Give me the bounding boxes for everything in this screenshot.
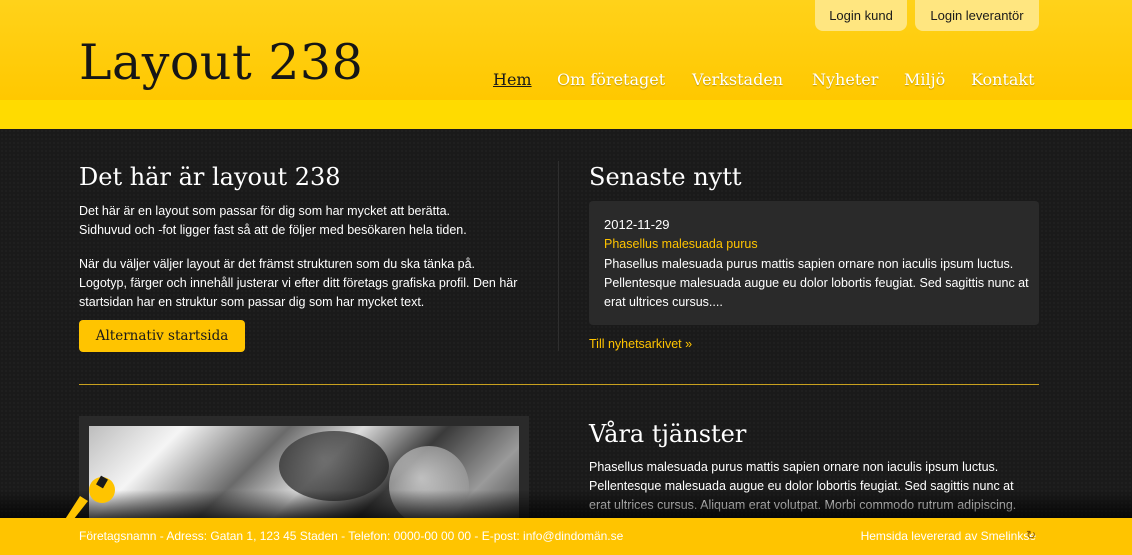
news-archive-link[interactable]: Till nyhetsarkivet »: [589, 337, 692, 351]
nav-item-hem[interactable]: Hem: [493, 70, 532, 89]
intro-paragraph-2: När du väljer väljer layout är det främs…: [79, 257, 518, 309]
services-title: Våra tjänster: [589, 420, 747, 448]
news-title: Senaste nytt: [589, 163, 742, 191]
smelinkse-logo-icon: ↻: [1026, 528, 1037, 542]
wrench-icon: [62, 475, 115, 524]
footer-contact-info: Företagsnamn - Adress: Gatan 1, 123 45 S…: [79, 529, 624, 543]
news-text: Phasellus malesuada purus mattis sapien …: [604, 257, 1029, 309]
section-divider: [79, 384, 1039, 385]
nav-item-verkstaden[interactable]: Verkstaden: [692, 70, 783, 89]
news-item: 2012-11-29 Phasellus malesuada purus Pha…: [589, 201, 1039, 325]
site-header: Layout 238 Login kund Login leverantör H…: [0, 0, 1132, 100]
site-footer: Företagsnamn - Adress: Gatan 1, 123 45 S…: [0, 518, 1132, 555]
login-customer-button[interactable]: Login kund: [815, 0, 907, 31]
news-date: 2012-11-29: [604, 217, 670, 232]
nav-item-miljo[interactable]: Miljö: [904, 70, 945, 89]
header-strip: [0, 100, 1132, 129]
login-supplier-button[interactable]: Login leverantör: [915, 0, 1039, 31]
footer-credit-link[interactable]: Hemsida levererad av Smelinkse: [861, 529, 1036, 543]
nav-item-om-foretaget[interactable]: Om företaget: [557, 70, 665, 89]
news-headline-link[interactable]: Phasellus malesuada purus: [604, 237, 758, 251]
alternative-start-button[interactable]: Alternativ startsida: [79, 320, 245, 352]
intro-paragraph-1: Det här är en layout som passar för dig …: [79, 204, 467, 237]
column-divider: [558, 161, 559, 351]
nav-item-nyheter[interactable]: Nyheter: [812, 70, 878, 89]
bottom-fade: [0, 490, 1132, 518]
nav-item-kontakt[interactable]: Kontakt: [971, 70, 1035, 89]
intro-title: Det här är layout 238: [79, 163, 341, 191]
site-logo[interactable]: Layout 238: [79, 34, 363, 91]
